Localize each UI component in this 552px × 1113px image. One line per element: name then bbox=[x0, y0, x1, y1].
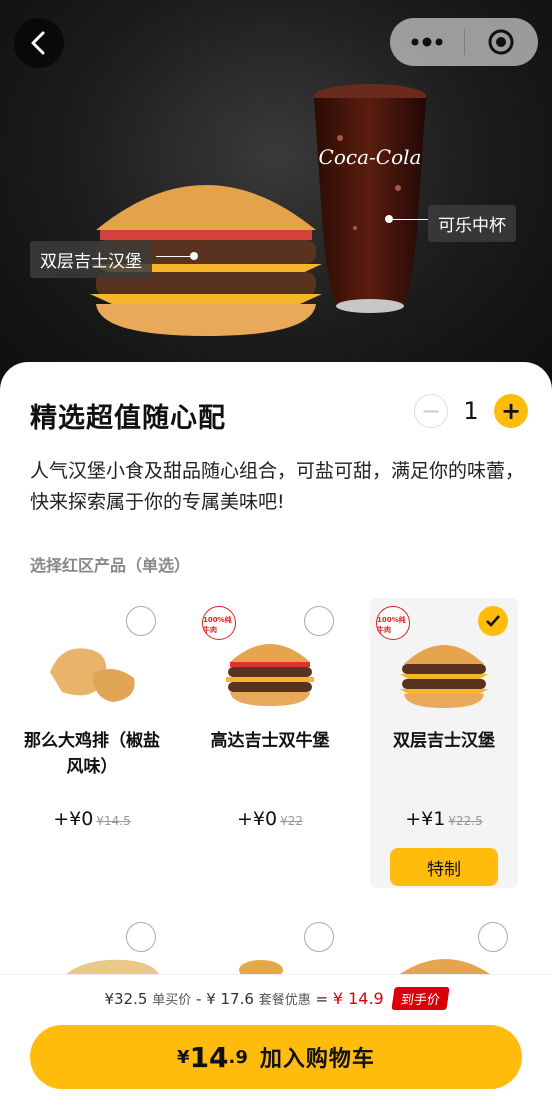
price-old: ¥14.5 bbox=[96, 814, 131, 828]
price-now: +¥0 bbox=[53, 808, 94, 830]
discount-label: 套餐优惠 bbox=[258, 993, 311, 1008]
radio-button[interactable] bbox=[304, 922, 334, 952]
increase-button[interactable]: + bbox=[494, 394, 528, 428]
option-card-row2-3[interactable] bbox=[370, 914, 518, 974]
price-now: +¥0 bbox=[236, 808, 278, 830]
option-name: 高达吉士双牛堡 bbox=[210, 731, 330, 751]
final-price-tag: 到手价 bbox=[390, 987, 450, 1010]
close-mini-program-button[interactable] bbox=[465, 18, 539, 66]
product-title: 精选超值随心配 bbox=[30, 403, 226, 434]
cta-label: 加入购物车 bbox=[259, 1047, 375, 1072]
svg-text:Coca-Cola: Coca-Cola bbox=[319, 145, 422, 169]
tag-drink: 可乐中杯 bbox=[428, 205, 516, 242]
customize-button[interactable]: 特制 bbox=[390, 848, 498, 886]
minus-icon: − bbox=[420, 397, 442, 425]
quantity-value: 1 bbox=[463, 397, 479, 425]
bottom-bar: ¥32.5 单买价 - ¥ 17.6 套餐优惠 = ¥ 14.9 到手价 ¥ 1… bbox=[0, 974, 552, 1113]
final-price: ¥ 14.9 bbox=[332, 989, 384, 1008]
more-dots-icon bbox=[411, 37, 443, 47]
quantity-stepper: − 1 + bbox=[414, 394, 528, 428]
add-to-cart-button[interactable]: ¥ 14 .9 加入购物车 bbox=[30, 1025, 522, 1089]
equals-sign: = bbox=[315, 990, 329, 1008]
chicken-cutlet-image bbox=[50, 648, 135, 702]
tag-burger-dot bbox=[190, 252, 198, 260]
back-button[interactable] bbox=[14, 18, 64, 68]
burger-thumb-image bbox=[400, 959, 490, 974]
cta-currency: ¥ bbox=[177, 1046, 190, 1068]
tag-burger: 双层吉士汉堡 bbox=[30, 241, 152, 278]
more-button[interactable] bbox=[390, 18, 464, 66]
option-card-double-beef[interactable]: 100%纯牛肉 高达吉士双牛堡 +¥0 ¥22 bbox=[196, 598, 344, 888]
option-card-double-cheese[interactable]: 100%纯牛肉 双层吉士汉堡 +¥1 ¥22.5 特制 bbox=[370, 598, 518, 888]
option-price: +¥0 ¥22 bbox=[196, 808, 344, 830]
minus-sign: - bbox=[195, 990, 202, 1008]
nuggets-image bbox=[239, 960, 283, 976]
tag-burger-line bbox=[156, 256, 194, 257]
radio-button[interactable] bbox=[126, 922, 156, 952]
single-label: 单买价 bbox=[152, 993, 192, 1008]
hero-image: Coca-Cola 双层吉士汉堡 可乐中杯 bbox=[0, 0, 552, 390]
price-now: +¥1 bbox=[405, 808, 446, 830]
section-label: 选择红区产品（单选） bbox=[30, 556, 191, 575]
product-description: 人气汉堡小食及甜品随心组合，可盐可甜，满足你的味蕾，快来探索属于你的专属美味吧! bbox=[30, 460, 525, 513]
option-name: 那么大鸡排（椒盐风味） bbox=[24, 731, 160, 777]
cta-decimal: .9 bbox=[228, 1046, 248, 1068]
discount-value: ¥ 17.6 bbox=[206, 990, 254, 1008]
double-beef-burger-image bbox=[226, 644, 314, 706]
radio-button[interactable] bbox=[478, 922, 508, 952]
single-price: ¥32.5 bbox=[104, 990, 148, 1008]
cta-amount: 14 bbox=[189, 1040, 229, 1074]
option-price: +¥0 ¥14.5 bbox=[18, 808, 166, 830]
double-cheese-burger-image bbox=[400, 645, 488, 708]
tag-drink-line bbox=[390, 219, 428, 220]
price-old: ¥22 bbox=[280, 814, 303, 828]
option-card-chicken[interactable]: 那么大鸡排（椒盐风味） +¥0 ¥14.5 bbox=[18, 598, 166, 888]
price-old: ¥22.5 bbox=[448, 814, 483, 828]
tag-drink-dot bbox=[385, 215, 393, 223]
target-icon bbox=[488, 29, 514, 55]
option-card-row2-1[interactable] bbox=[18, 914, 166, 976]
mini-program-capsule bbox=[390, 18, 538, 66]
wrap-image bbox=[64, 959, 160, 976]
price-summary: ¥32.5 单买价 - ¥ 17.6 套餐优惠 = ¥ 14.9 到手价 bbox=[0, 987, 552, 1010]
option-card-row2-2[interactable] bbox=[196, 914, 344, 976]
option-name: 双层吉士汉堡 bbox=[393, 731, 495, 751]
decrease-button[interactable]: − bbox=[414, 394, 448, 428]
chevron-left-icon bbox=[31, 31, 45, 55]
option-price: +¥1 ¥22.5 bbox=[370, 808, 518, 830]
plus-icon: + bbox=[500, 397, 522, 425]
